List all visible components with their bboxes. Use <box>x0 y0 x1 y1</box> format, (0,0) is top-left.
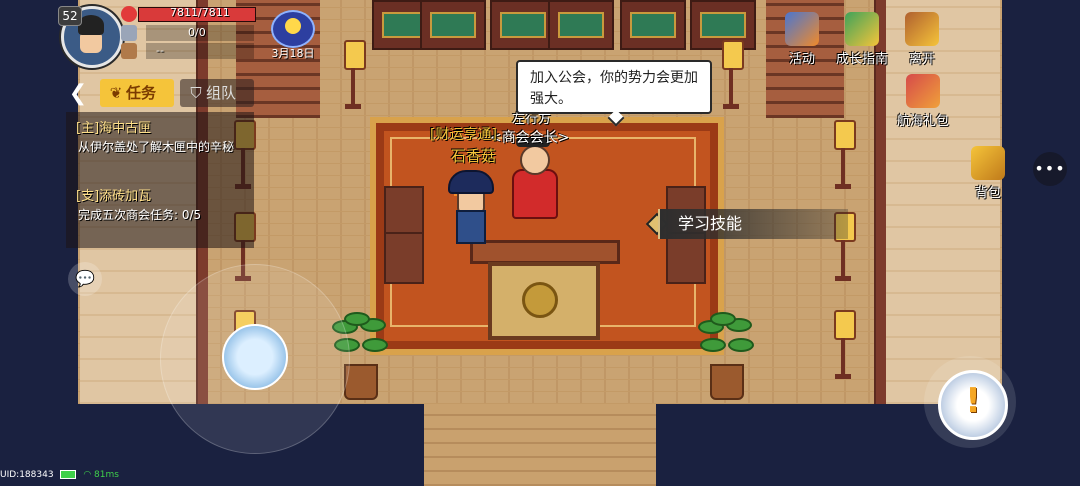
more-dots-icon: ••• <box>1034 159 1066 178</box>
exclamation-icon: ! <box>965 381 981 421</box>
chevron-left-icon: ❮ <box>68 81 88 106</box>
chat-button[interactable]: 💬 <box>68 262 102 296</box>
backpack-icon <box>971 146 1005 180</box>
stat-value: 0/0 <box>188 26 206 39</box>
chat-bubble-icon: 💬 <box>75 269 95 288</box>
entrance-corridor <box>424 404 656 486</box>
moon-calendar-icon[interactable] <box>271 10 315 48</box>
lantern <box>720 40 744 110</box>
status-bar: UID:188343 ◠ 81ms <box>0 470 200 486</box>
player-title: [财运亨通] <box>430 127 497 143</box>
chair <box>384 186 424 238</box>
quest-title[interactable]: [主]海中古匣 <box>76 117 151 136</box>
chair <box>666 232 706 284</box>
interact-button[interactable]: ! <box>938 370 1008 440</box>
crate-icon <box>121 43 137 59</box>
growth-guide-icon <box>845 12 879 46</box>
activity-cards-icon <box>785 12 819 46</box>
quest-description[interactable]: 完成五次商会任务: 0/5 <box>78 207 244 224</box>
game-scene: 左行方 <商会会长> [财运亨通] 石香菇 加入公会，你的势力会更加强大。 学习… <box>0 0 1080 486</box>
battery-icon <box>60 470 77 479</box>
player-character <box>448 170 494 244</box>
heart-icon <box>121 6 137 22</box>
chair <box>384 232 424 284</box>
reception-desk <box>470 240 620 340</box>
hp-value: 7811/7811 <box>170 6 230 19</box>
speech-bubble: 加入公会，你的势力会更加强大。 <box>516 60 712 114</box>
player-name: 石香菇 <box>451 147 497 165</box>
ping-value: 81ms <box>94 470 119 480</box>
leaf-icon: ❦ <box>109 84 123 102</box>
hammer-icon <box>121 25 137 41</box>
quest-title[interactable]: [支]添砖加瓦 <box>76 185 151 204</box>
wifi-icon: ◠ <box>83 470 92 480</box>
tab-task[interactable]: ❦ 任务 <box>100 79 174 107</box>
cabinet <box>490 0 556 50</box>
uid-label: UID:188343 <box>0 470 54 480</box>
growth-guide-button[interactable]: 成长指南 <box>832 12 892 67</box>
guild-president-npc[interactable] <box>508 137 558 219</box>
shield-icon: ⛉ <box>190 84 202 102</box>
tab-team[interactable]: ⛉ 组队 <box>180 79 254 107</box>
cabinet <box>620 0 686 50</box>
quest-description[interactable]: 从伊尔盖处了解木匣中的辛秘 <box>78 139 244 156</box>
level-badge: 52 <box>58 6 82 26</box>
lantern <box>342 40 366 110</box>
coin-emblem-icon <box>522 282 558 318</box>
lantern <box>832 120 856 190</box>
backpack-button[interactable]: 背包 <box>964 146 1012 201</box>
more-options-button[interactable]: ••• <box>1033 152 1067 186</box>
exit-button[interactable]: 离开 <box>898 12 946 67</box>
voyage-gift-button[interactable]: 航海礼包 <box>892 74 954 129</box>
gift-box-icon <box>906 74 940 108</box>
activity-button[interactable]: 活动 <box>778 12 826 67</box>
learn-skill-button[interactable]: 学习技能 <box>658 209 848 239</box>
cabinet <box>548 0 614 50</box>
exit-door-icon <box>905 12 939 46</box>
collapse-panel-button[interactable]: ❮ <box>64 80 92 108</box>
cabinet <box>420 0 486 50</box>
joystick-knob[interactable] <box>222 324 288 390</box>
npc-name: <商会会长> <box>490 130 570 146</box>
lantern <box>832 310 856 380</box>
calendar-date: 3月18日 <box>271 47 315 60</box>
stat-value: -- <box>156 44 164 57</box>
potted-plant <box>696 312 754 400</box>
